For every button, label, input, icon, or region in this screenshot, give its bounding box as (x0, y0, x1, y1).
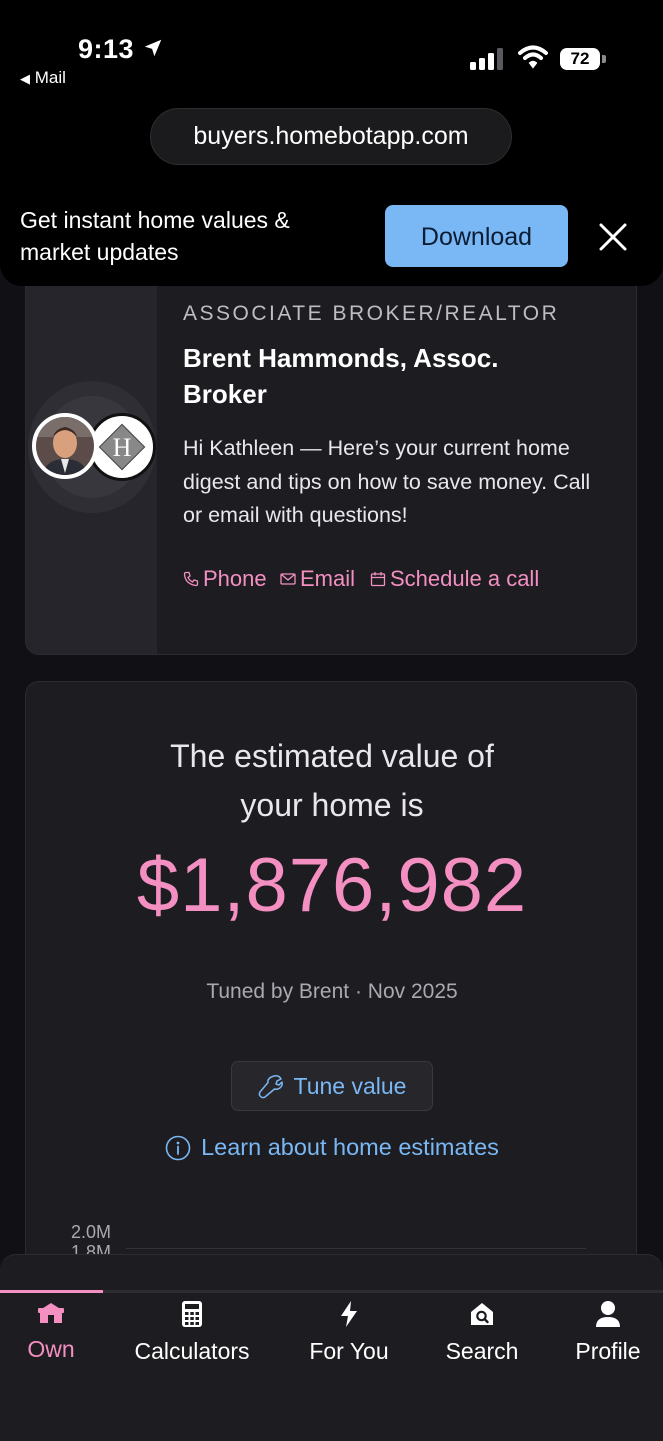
wrench-icon (258, 1075, 283, 1099)
tune-value-button[interactable]: Tune value (231, 1061, 433, 1111)
location-arrow-icon (144, 39, 162, 57)
agent-card: H ASSOCIATE BROKER/REALTOR Brent Hammond… (25, 255, 637, 655)
agent-role: ASSOCIATE BROKER/REALTOR (183, 302, 560, 325)
chart-y-tick-top: 2.0M (71, 1222, 112, 1242)
tuned-by-label: Tuned by Brent · Nov 2025 (206, 980, 458, 1003)
chart-gridline (126, 1248, 586, 1249)
wifi-icon (518, 45, 548, 69)
nav-item-calculators[interactable]: Calculators (122, 1300, 262, 1380)
back-to-mail-link[interactable]: ◀ Mail (20, 68, 66, 88)
learn-about-estimates-link[interactable]: Learn about home estimates (26, 1134, 638, 1161)
status-time: 9:13 (78, 34, 135, 64)
estimate-heading: The estimated value of your home is (170, 738, 494, 823)
agent-photo (36, 417, 94, 475)
battery-nub (602, 55, 606, 63)
bolt-icon (341, 1301, 357, 1327)
search-home-icon (471, 1303, 493, 1325)
banner-text-overlay: Get instant home values & market updates (20, 207, 290, 265)
email-link[interactable]: Email (280, 566, 355, 592)
battery-level: 72 (560, 48, 600, 70)
phone-icon (183, 571, 199, 587)
schedule-call-link[interactable]: Schedule a call (370, 566, 539, 592)
agent-name: Brent Hammonds, Assoc. Broker (183, 343, 499, 409)
home-estimate-card: The estimated value of your home is $1,8… (25, 681, 637, 1301)
brokerage-logo-mark: H (98, 423, 146, 471)
agent-avatar (32, 413, 98, 479)
info-icon (165, 1135, 191, 1160)
nav-item-search[interactable]: Search (436, 1300, 528, 1380)
nav-progress-bar (0, 1290, 103, 1293)
agent-greeting: Hi Kathleen — Here’s your current home d… (183, 436, 591, 527)
close-banner-icon[interactable] (596, 220, 630, 254)
brokerage-logo: H (88, 413, 156, 481)
download-button-overlay[interactable]: Download (385, 205, 568, 267)
nav-item-profile[interactable]: Profile (566, 1300, 650, 1380)
cellular-signal-icon (470, 48, 503, 70)
back-triangle-icon: ◀ (20, 71, 30, 86)
calendar-icon (370, 572, 386, 587)
nav-item-for-you[interactable]: For You (298, 1300, 400, 1380)
nav-item-own[interactable]: Own (16, 1300, 86, 1380)
phone-link[interactable]: Phone (183, 566, 267, 592)
svg-text:H: H (113, 433, 132, 462)
estimated-value: $1,876,982 (136, 843, 528, 928)
address-bar[interactable]: buyers.homebotapp.com (150, 108, 512, 165)
mail-icon (280, 573, 296, 585)
user-icon (596, 1301, 620, 1327)
calculator-icon (182, 1301, 202, 1327)
home-icon (38, 1303, 64, 1323)
